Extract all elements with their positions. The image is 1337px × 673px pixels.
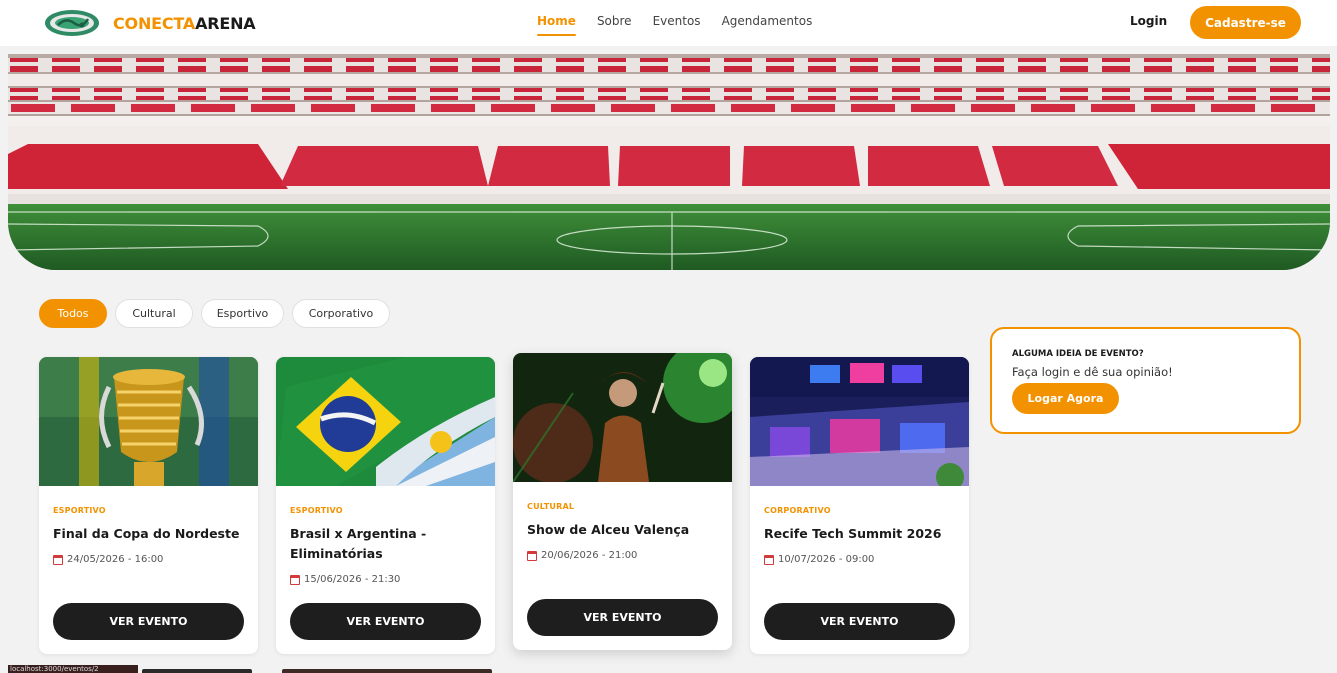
event-idea-cta: ALGUMA IDEIA DE EVENTO? Faça login e dê … — [990, 327, 1301, 434]
nav-sobre[interactable]: Sobre — [597, 14, 632, 28]
flags-image — [276, 357, 495, 486]
event-category: ESPORTIVO — [53, 506, 106, 515]
concert-image — [513, 353, 732, 482]
event-date-text: 10/07/2026 - 09:00 — [778, 554, 875, 565]
event-date: 20/06/2026 - 21:00 — [527, 550, 637, 561]
event-category: ESPORTIVO — [290, 506, 343, 515]
trophy-image — [39, 357, 258, 486]
view-event-button[interactable]: VER EVENTO — [764, 603, 955, 640]
calendar-icon — [527, 550, 537, 561]
cta-question: ALGUMA IDEIA DE EVENTO? — [1012, 349, 1144, 359]
category-filters: Todos Cultural Esportivo Corporativo — [39, 299, 390, 328]
cta-login-button[interactable]: Logar Agora — [1012, 383, 1119, 414]
login-link[interactable]: Login — [1130, 14, 1167, 28]
event-category: CORPORATIVO — [764, 506, 831, 515]
stadium-logo-icon — [45, 10, 99, 36]
event-title: Recife Tech Summit 2026 — [764, 526, 942, 541]
brand-name: CONECTAARENA — [113, 13, 256, 33]
event-card[interactable]: ESPORTIVO Brasil x Argentina - Eliminató… — [276, 357, 495, 654]
event-date-text: 15/06/2026 - 21:30 — [304, 574, 401, 585]
stadium-illustration — [8, 54, 1330, 270]
expo-hall-image — [750, 357, 969, 486]
event-title: Final da Copa do Nordeste — [53, 526, 240, 541]
view-event-button[interactable]: VER EVENTO — [290, 603, 481, 640]
event-date: 10/07/2026 - 09:00 — [764, 554, 874, 565]
main-nav: Home Sobre Eventos Agendamentos — [537, 14, 813, 36]
calendar-icon — [290, 574, 300, 585]
brand-name-part1: CONECTA — [113, 13, 196, 33]
calendar-icon — [764, 554, 774, 565]
filter-corporativo[interactable]: Corporativo — [292, 299, 390, 328]
event-card[interactable]: ESPORTIVO Final da Copa do Nordeste 24/0… — [39, 357, 258, 654]
event-date-text: 24/05/2026 - 16:00 — [67, 554, 164, 565]
top-header: CONECTAARENA Home Sobre Eventos Agendame… — [0, 0, 1337, 46]
event-category: CULTURAL — [527, 502, 575, 511]
event-card[interactable]: CORPORATIVO Recife Tech Summit 2026 10/0… — [750, 357, 969, 654]
brand-logo[interactable]: CONECTAARENA — [44, 9, 256, 37]
next-row-card-peek — [142, 669, 252, 673]
view-event-button[interactable]: VER EVENTO — [53, 603, 244, 640]
filter-todos[interactable]: Todos — [39, 299, 107, 328]
filter-cultural[interactable]: Cultural — [115, 299, 193, 328]
event-title: Brasil x Argentina - Eliminatórias — [290, 526, 427, 561]
cta-subtitle: Faça login e dê sua opinião! — [1012, 365, 1173, 379]
event-title: Show de Alceu Valença — [527, 522, 690, 537]
filter-esportivo[interactable]: Esportivo — [201, 299, 284, 328]
signup-button[interactable]: Cadastre-se — [1190, 6, 1301, 39]
status-url: localhost:3000/eventos/2 — [8, 665, 138, 673]
next-row-card-peek — [282, 669, 492, 673]
view-event-button[interactable]: VER EVENTO — [527, 599, 718, 636]
nav-agendamentos[interactable]: Agendamentos — [722, 14, 813, 28]
event-date-text: 20/06/2026 - 21:00 — [541, 550, 638, 561]
nav-eventos[interactable]: Eventos — [653, 14, 701, 28]
event-card[interactable]: CULTURAL Show de Alceu Valença 20/06/202… — [513, 353, 732, 650]
event-date: 24/05/2026 - 16:00 — [53, 554, 163, 565]
nav-home[interactable]: Home — [537, 14, 576, 36]
event-date: 15/06/2026 - 21:30 — [290, 574, 400, 585]
brand-name-part2: ARENA — [195, 13, 256, 33]
calendar-icon — [53, 554, 63, 565]
stadium-hero-image — [8, 54, 1330, 270]
